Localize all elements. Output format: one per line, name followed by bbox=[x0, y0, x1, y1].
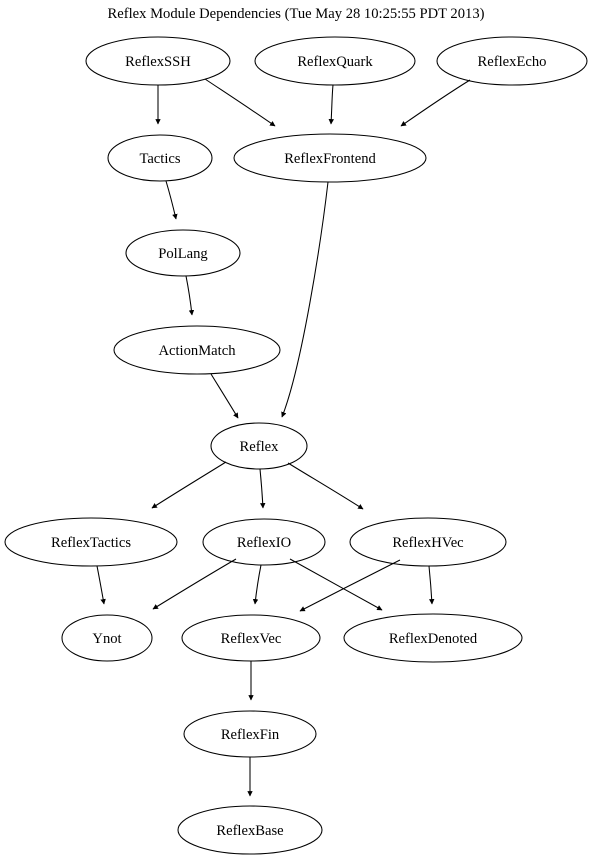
node-label: ReflexQuark bbox=[297, 54, 373, 70]
graph-title: Reflex Module Dependencies (Tue May 28 1… bbox=[108, 6, 485, 22]
node-label: Tactics bbox=[139, 151, 180, 167]
node-label: ReflexHVec bbox=[392, 535, 464, 551]
node-label: Reflex bbox=[240, 439, 280, 455]
node-label: ReflexTactics bbox=[51, 535, 131, 551]
node-label: ReflexBase bbox=[216, 823, 283, 839]
node-label: ActionMatch bbox=[158, 343, 236, 359]
node-label: ReflexVec bbox=[221, 631, 282, 647]
node-label: ReflexEcho bbox=[478, 54, 547, 70]
node-label: ReflexSSH bbox=[125, 54, 191, 70]
dependency-graph: Reflex Module Dependencies (Tue May 28 1… bbox=[0, 0, 593, 860]
node-label: ReflexIO bbox=[237, 535, 291, 551]
graph-canvas: Reflex Module Dependencies (Tue May 28 1… bbox=[0, 0, 593, 860]
node-label: ReflexDenoted bbox=[389, 631, 478, 647]
node-label: PolLang bbox=[158, 246, 208, 262]
graph-background bbox=[0, 0, 593, 860]
node-label: ReflexFin bbox=[221, 727, 280, 743]
node-label: ReflexFrontend bbox=[284, 151, 376, 167]
node-label: Ynot bbox=[92, 631, 121, 647]
